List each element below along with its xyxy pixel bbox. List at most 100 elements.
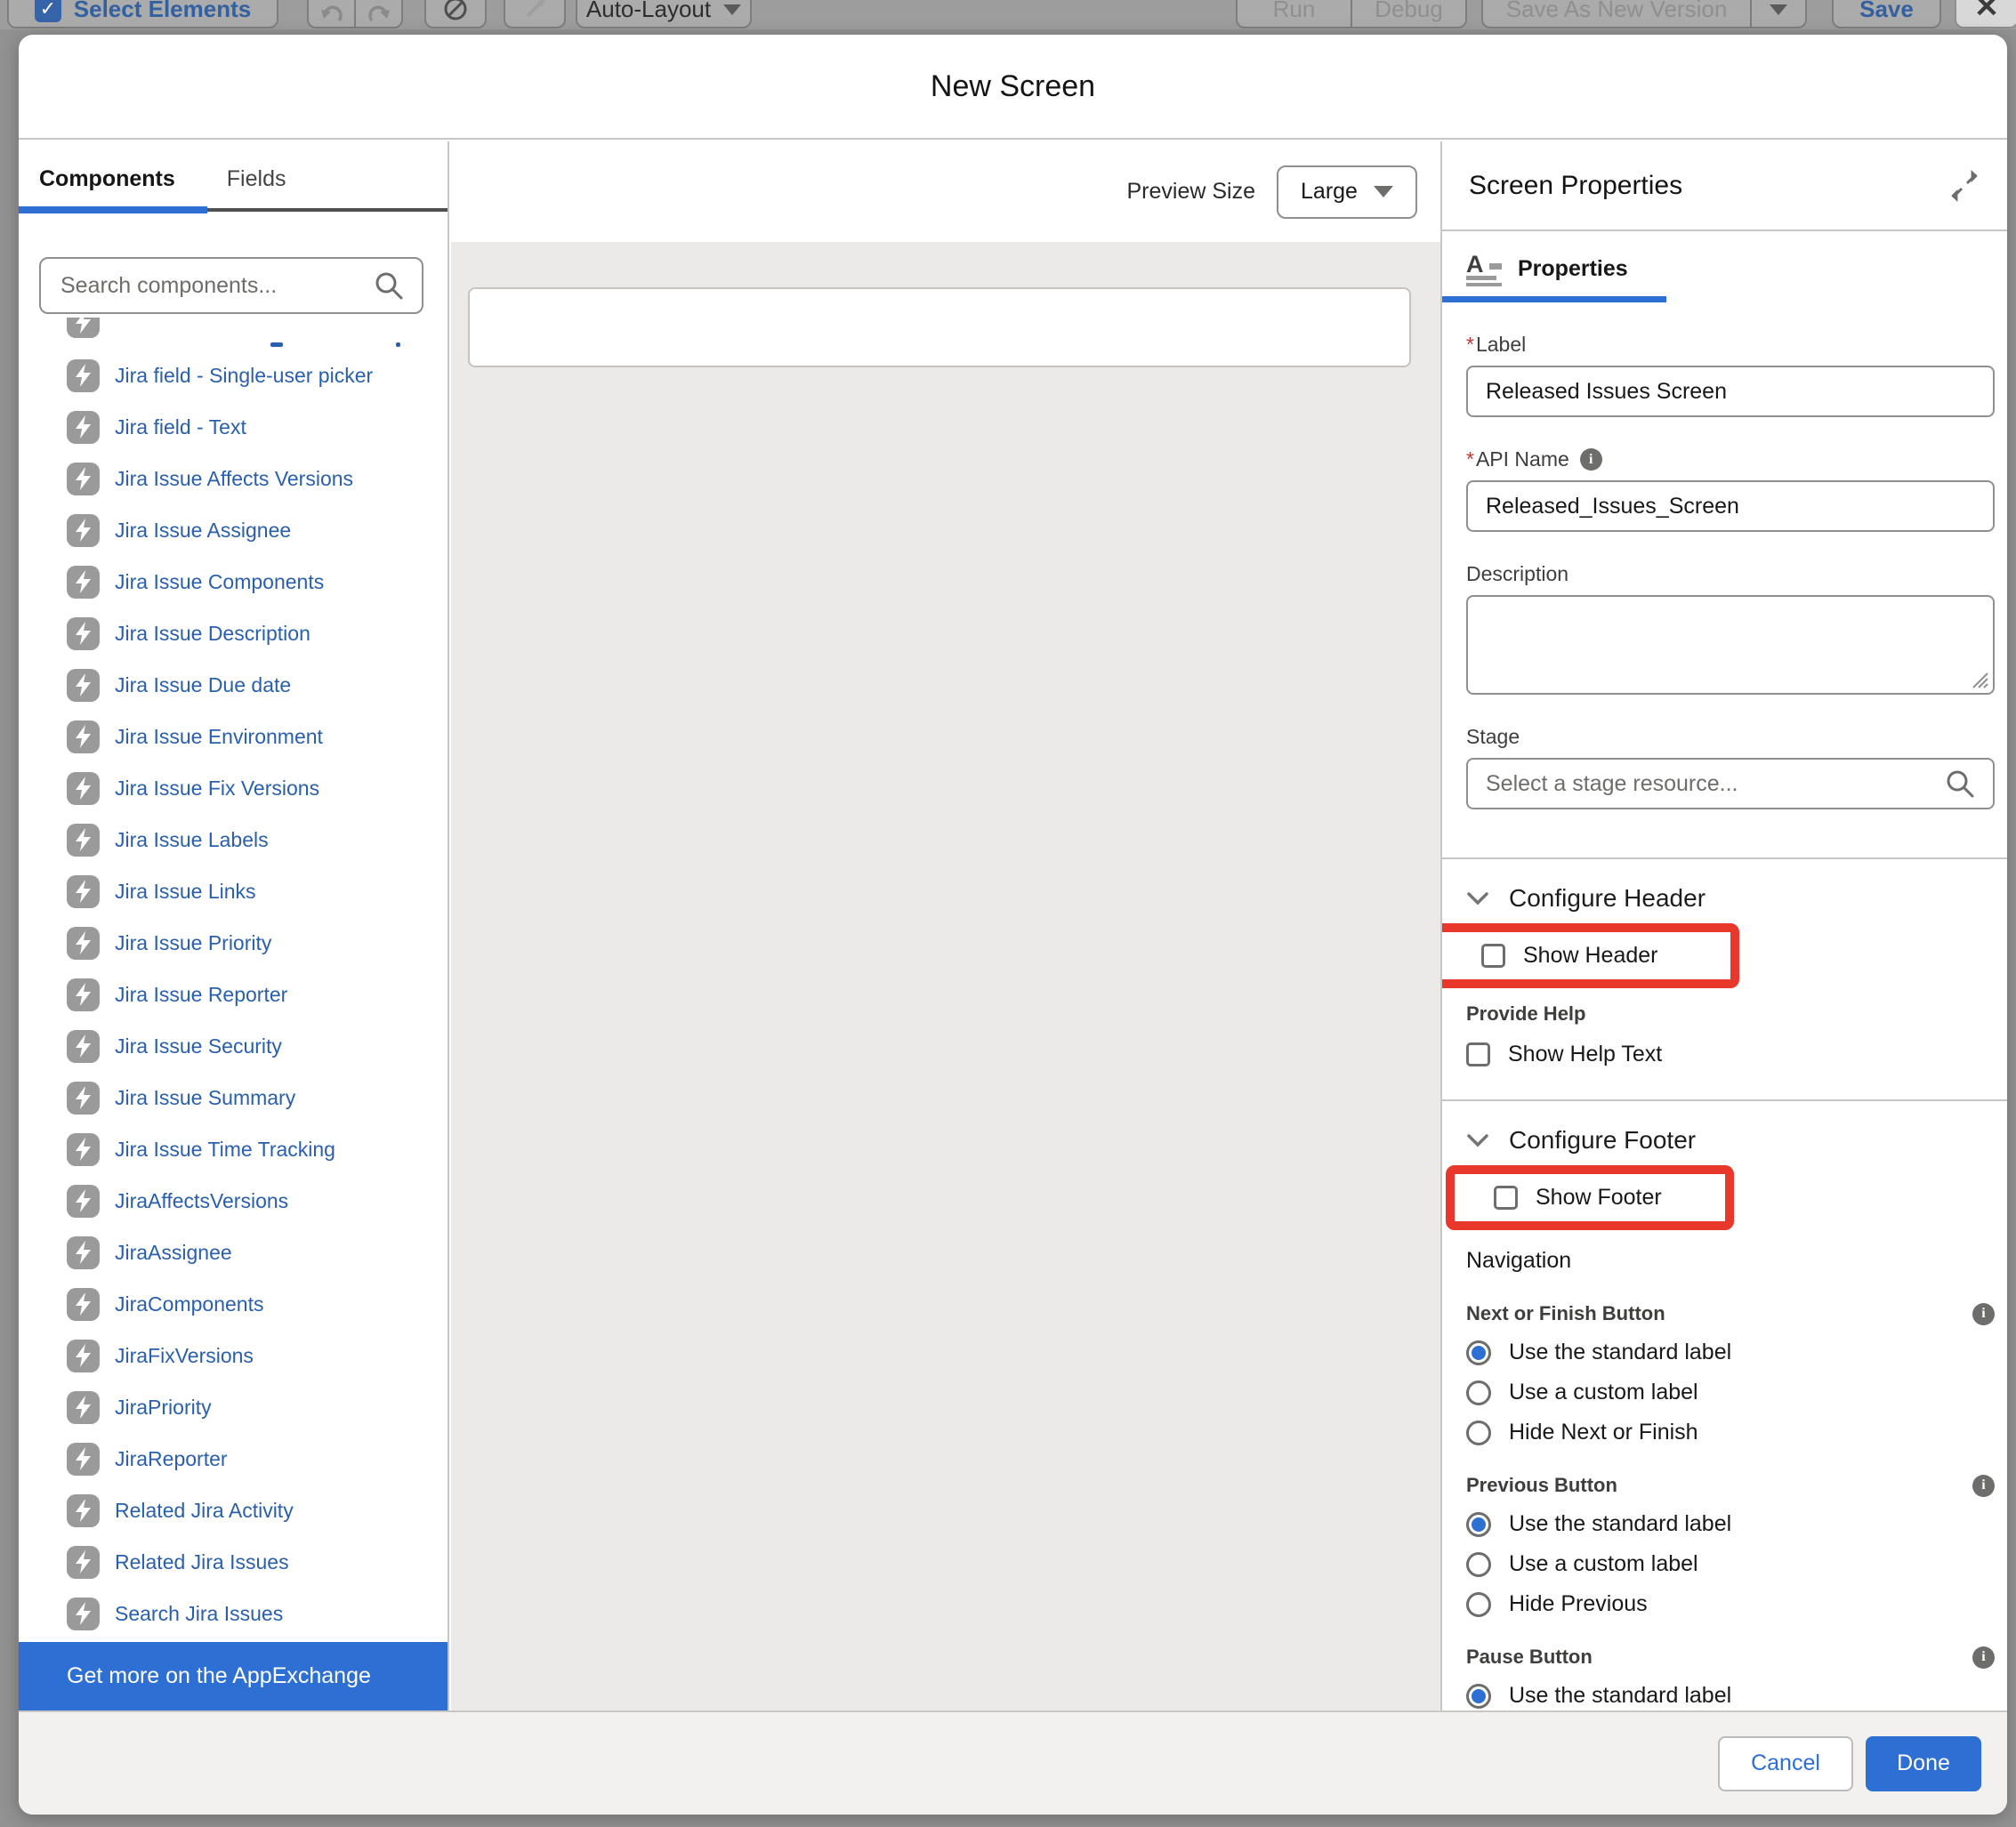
api-name-field[interactable]: Released_Issues_Screen bbox=[1466, 480, 1995, 532]
undo-redo-group bbox=[307, 0, 403, 28]
list-item[interactable]: Jira Issue Components bbox=[19, 556, 448, 608]
run-button[interactable]: Run bbox=[1238, 0, 1351, 27]
radio-button[interactable] bbox=[1466, 1340, 1491, 1365]
active-tab-underline bbox=[19, 206, 207, 213]
list-item[interactable]: JiraFixVersions bbox=[19, 1330, 448, 1381]
no-errors-icon bbox=[442, 0, 469, 22]
save-button[interactable]: Save bbox=[1832, 0, 1941, 28]
info-icon[interactable]: i bbox=[1580, 448, 1602, 471]
lightning-icon bbox=[67, 1546, 100, 1579]
appexchange-banner[interactable]: Get more on the AppExchange bbox=[19, 1642, 448, 1710]
info-icon[interactable]: i bbox=[1972, 1475, 1995, 1497]
sidebar-tabs: Components Fields bbox=[19, 141, 448, 213]
list-item[interactable]: Jira field - Text bbox=[19, 401, 448, 453]
save-as-new-version-caret-button[interactable] bbox=[1752, 0, 1805, 27]
clipped-list-item[interactable] bbox=[19, 318, 448, 350]
label-field-group: *Label Released Issues Screen bbox=[1466, 333, 1995, 417]
preview-canvas bbox=[451, 242, 1440, 1710]
redo-button[interactable] bbox=[356, 0, 401, 27]
provide-help-heading: Provide Help bbox=[1466, 1002, 1995, 1026]
list-item[interactable]: Jira Issue Security bbox=[19, 1020, 448, 1072]
search-icon bbox=[1945, 769, 1975, 799]
stage-field[interactable]: Select a stage resource... bbox=[1466, 758, 1995, 809]
api-name-label: *API Name i bbox=[1466, 447, 1995, 471]
preview-size-dropdown[interactable]: Large bbox=[1277, 165, 1417, 219]
list-item[interactable]: JiraPriority bbox=[19, 1381, 448, 1433]
search-input[interactable]: Search components... bbox=[39, 257, 423, 314]
cancel-button[interactable]: Cancel bbox=[1718, 1736, 1853, 1791]
radio-label: Use the standard label bbox=[1509, 1340, 1731, 1365]
auto-layout-dropdown[interactable]: Auto-Layout bbox=[576, 0, 752, 28]
radio-label: Hide Previous bbox=[1509, 1591, 1648, 1617]
show-footer-checkbox[interactable] bbox=[1494, 1186, 1518, 1210]
list-item[interactable]: Jira Issue Priority bbox=[19, 917, 448, 969]
info-icon[interactable]: i bbox=[1972, 1303, 1995, 1325]
list-item[interactable]: Search Jira Issues bbox=[19, 1588, 448, 1639]
chevron-down-icon bbox=[723, 4, 741, 15]
list-item[interactable]: JiraComponents bbox=[19, 1278, 448, 1330]
list-item[interactable]: Related Jira Activity bbox=[19, 1485, 448, 1536]
show-help-text-checkbox[interactable] bbox=[1466, 1042, 1490, 1066]
radio-option-row: Use the standard label bbox=[1466, 1511, 1995, 1537]
list-item[interactable]: Jira Issue Assignee bbox=[19, 504, 448, 556]
show-header-checkbox[interactable] bbox=[1481, 944, 1505, 968]
list-item[interactable]: Jira Issue Affects Versions bbox=[19, 453, 448, 504]
undo-button[interactable] bbox=[309, 0, 354, 27]
lightning-icon bbox=[67, 318, 100, 338]
radio-button[interactable] bbox=[1466, 1421, 1491, 1445]
label-field[interactable]: Released Issues Screen bbox=[1466, 366, 1995, 417]
list-item[interactable]: Related Jira Issues bbox=[19, 1536, 448, 1588]
list-item[interactable]: JiraAssignee bbox=[19, 1227, 448, 1278]
resize-handle-icon[interactable] bbox=[1970, 670, 1989, 689]
configure-header-section[interactable]: Configure Header bbox=[1466, 884, 1995, 913]
expand-panel-icon[interactable] bbox=[1948, 170, 1980, 202]
radio-label: Use the standard label bbox=[1509, 1511, 1731, 1537]
panel-title: Screen Properties bbox=[1469, 171, 1682, 201]
lightning-icon bbox=[67, 927, 100, 960]
list-item[interactable]: JiraAffectsVersions bbox=[19, 1175, 448, 1227]
list-item[interactable]: Jira Issue Fix Versions bbox=[19, 762, 448, 814]
done-button[interactable]: Done bbox=[1866, 1736, 1981, 1791]
description-field[interactable] bbox=[1466, 595, 1995, 695]
redo-icon bbox=[367, 0, 391, 22]
select-elements-button[interactable]: ✓ Select Elements bbox=[7, 0, 278, 28]
info-icon[interactable]: i bbox=[1972, 1646, 1995, 1669]
required-asterisk: * bbox=[1466, 333, 1474, 356]
tab-properties[interactable]: A Properties bbox=[1466, 251, 1995, 302]
radio-button[interactable] bbox=[1466, 1684, 1491, 1709]
list-item[interactable]: Jira field - Single-user picker bbox=[19, 350, 448, 401]
list-item[interactable]: JiraReporter bbox=[19, 1433, 448, 1485]
close-flow-button[interactable]: ✕ bbox=[1955, 0, 2016, 28]
properties-panel-body: A Properties *Label Released Issues Scre… bbox=[1442, 233, 2007, 1710]
radio-button[interactable] bbox=[1466, 1512, 1491, 1537]
list-item[interactable]: Jira Issue Description bbox=[19, 608, 448, 659]
list-item[interactable]: Jira Issue Labels bbox=[19, 814, 448, 865]
radio-label: Use a custom label bbox=[1509, 1380, 1698, 1405]
list-item[interactable]: Jira Issue Environment bbox=[19, 711, 448, 762]
debug-button[interactable]: Debug bbox=[1352, 0, 1465, 27]
list-item[interactable]: Jira Issue Links bbox=[19, 865, 448, 917]
lightning-icon bbox=[67, 1443, 100, 1476]
radio-group-header: Previous Button i bbox=[1466, 1474, 1995, 1497]
radio-button[interactable] bbox=[1466, 1592, 1491, 1617]
radio-button[interactable] bbox=[1466, 1380, 1491, 1405]
lightning-icon bbox=[67, 1340, 100, 1372]
preview-toolbar: Preview Size Large bbox=[451, 141, 1440, 242]
flow-errors-button[interactable] bbox=[424, 0, 487, 28]
list-item[interactable]: Jira Issue Due date bbox=[19, 659, 448, 711]
lightning-icon bbox=[67, 514, 100, 547]
section-divider bbox=[1442, 857, 2007, 859]
close-icon: ✕ bbox=[1974, 0, 2000, 22]
radio-button[interactable] bbox=[1466, 1552, 1491, 1577]
properties-text-icon: A bbox=[1466, 251, 1504, 286]
configure-footer-section[interactable]: Configure Footer bbox=[1466, 1126, 1995, 1155]
list-item[interactable]: Jira Issue Summary bbox=[19, 1072, 448, 1123]
magic-wand-button[interactable] bbox=[504, 0, 566, 28]
list-item[interactable]: Jira Issue Reporter bbox=[19, 969, 448, 1020]
components-list: Jira field - Single-user picker Jira fie… bbox=[19, 318, 448, 1642]
tab-fields[interactable]: Fields bbox=[227, 166, 286, 213]
empty-screen-field[interactable] bbox=[468, 287, 1411, 367]
lightning-icon bbox=[67, 617, 100, 650]
list-item[interactable]: Jira Issue Time Tracking bbox=[19, 1123, 448, 1175]
save-as-new-version-button[interactable]: Save As New Version bbox=[1483, 0, 1750, 27]
